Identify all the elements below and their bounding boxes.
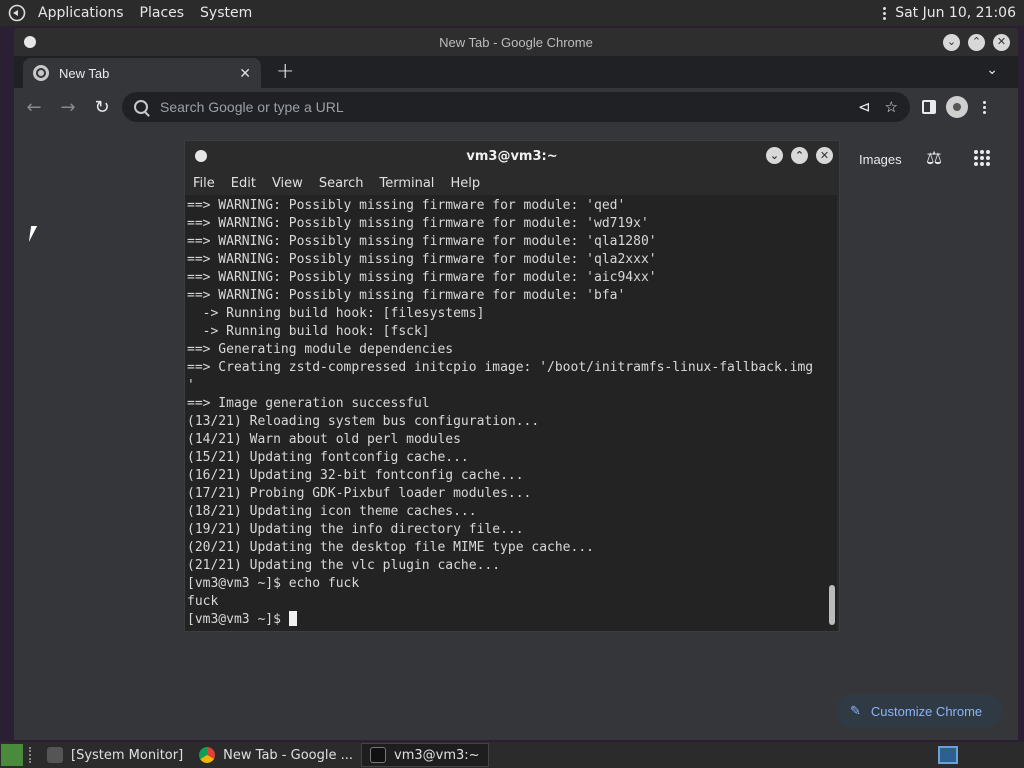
chrome-toolbar: ← → ↻ Search Google or type a URL ⊲ ☆ — [14, 88, 1018, 126]
text-cursor — [288, 611, 297, 626]
pencil-icon: ✎ — [850, 703, 861, 718]
terminal-line: (13/21) Reloading system bus configurati… — [187, 414, 540, 429]
side-panel-icon[interactable] — [922, 100, 936, 114]
terminal-line: fuck — [187, 594, 219, 609]
terminal-line: (19/21) Updating the info directory file… — [187, 522, 524, 537]
bottom-taskbar: [System Monitor] New Tab - Google ... vm… — [0, 742, 1024, 768]
terminal-line: ==> WARNING: Possibly missing firmware f… — [187, 270, 657, 285]
terminal-line: (14/21) Warn about old perl modules — [187, 432, 461, 447]
terminal-line: (16/21) Updating 32-bit fontconfig cache… — [187, 468, 524, 483]
clock[interactable]: Sat Jun 10, 21:06 — [895, 5, 1016, 21]
menu-view[interactable]: View — [272, 176, 303, 191]
task-label: vm3@vm3:~ — [394, 747, 480, 763]
menu-help[interactable]: Help — [450, 176, 480, 191]
menu-edit[interactable]: Edit — [231, 176, 256, 191]
system-monitor-icon — [47, 747, 63, 763]
terminal-line: ==> WARNING: Possibly missing firmware f… — [187, 198, 626, 213]
share-icon[interactable]: ⊲ — [858, 98, 871, 116]
customize-chrome-label: Customize Chrome — [870, 703, 983, 719]
applications-menu[interactable]: Applications — [30, 5, 132, 21]
terminal-line: (20/21) Updating the desktop file MIME t… — [187, 540, 594, 555]
menu-terminal[interactable]: Terminal — [379, 176, 434, 191]
omnibox[interactable]: Search Google or type a URL ⊲ ☆ — [122, 92, 910, 122]
chrome-menu-icon[interactable] — [978, 100, 990, 114]
terminal-line: -> Running build hook: [filesystems] — [187, 306, 485, 321]
workspace-switcher[interactable] — [938, 746, 958, 764]
profile-avatar[interactable] — [946, 96, 968, 118]
menu-search[interactable]: Search — [319, 176, 364, 191]
chrome-titlebar[interactable]: New Tab - Google Chrome ⌄ ⌃ ✕ — [14, 28, 1018, 56]
terminal-prompt-line[interactable]: [vm3@vm3 ~]$ — [187, 611, 827, 629]
terminal-titlebar[interactable]: vm3@vm3:~ ⌄ ⌃ ✕ — [185, 141, 839, 171]
back-button[interactable]: ← — [20, 93, 48, 121]
tab-close-icon[interactable]: ✕ — [239, 65, 251, 82]
terminal-line: ==> WARNING: Possibly missing firmware f… — [187, 216, 649, 231]
reload-button[interactable]: ↻ — [88, 93, 116, 121]
terminal-line: (18/21) Updating icon theme caches... — [187, 504, 477, 519]
bookmark-star-icon[interactable]: ☆ — [885, 98, 898, 116]
search-icon — [134, 100, 148, 114]
terminal-maximize-button[interactable]: ⌃ — [791, 147, 808, 164]
terminal-line: (21/21) Updating the vlc plugin cache... — [187, 558, 501, 573]
tab-strip: New Tab ✕ + ⌄ — [14, 56, 1018, 88]
chrome-icon — [199, 747, 216, 763]
terminal-line: ==> WARNING: Possibly missing firmware f… — [187, 252, 657, 267]
places-menu[interactable]: Places — [132, 5, 193, 21]
terminal-output[interactable]: ==> WARNING: Possibly missing firmware f… — [185, 195, 827, 631]
terminal-window: vm3@vm3:~ ⌄ ⌃ ✕ File Edit View Search Te… — [184, 140, 840, 632]
terminal-prompt: [vm3@vm3 ~]$ — [187, 612, 289, 627]
taskbar-handle[interactable] — [29, 747, 33, 763]
omnibox-placeholder: Search Google or type a URL — [160, 99, 344, 115]
close-button[interactable]: ✕ — [993, 34, 1010, 51]
chrome-favicon-icon — [33, 65, 49, 81]
task-chrome[interactable]: New Tab - Google ... — [191, 743, 361, 767]
new-tab-button[interactable]: + — [276, 59, 294, 84]
task-system-monitor[interactable]: [System Monitor] — [39, 743, 191, 767]
task-label: [System Monitor] — [71, 747, 184, 763]
terminal-window-title: vm3@vm3:~ — [466, 148, 558, 164]
terminal-menubar: File Edit View Search Terminal Help — [185, 171, 839, 195]
tab-new-tab[interactable]: New Tab ✕ — [23, 58, 261, 88]
google-apps-icon[interactable] — [974, 150, 990, 166]
labs-flask-icon[interactable]: ⚖ — [926, 148, 942, 169]
terminal-line: ==> WARNING: Possibly missing firmware f… — [187, 288, 626, 303]
tab-title: New Tab — [59, 65, 110, 81]
system-menu[interactable]: System — [192, 5, 260, 21]
show-desktop-icon[interactable] — [1, 744, 23, 766]
terminal-line: (17/21) Probing GDK-Pixbuf loader module… — [187, 486, 532, 501]
terminal-close-button[interactable]: ✕ — [816, 147, 833, 164]
minimize-button[interactable]: ⌄ — [943, 34, 960, 51]
terminal-line: ' — [187, 378, 195, 393]
tab-search-chevron-icon[interactable]: ⌄ — [986, 62, 998, 78]
terminal-window-menu-icon[interactable] — [195, 150, 207, 162]
window-menu-icon[interactable] — [24, 36, 36, 48]
task-label: New Tab - Google ... — [223, 747, 353, 763]
task-terminal[interactable]: vm3@vm3:~ — [361, 743, 489, 767]
chrome-window-title: New Tab - Google Chrome — [439, 34, 593, 50]
terminal-line: -> Running build hook: [fsck] — [187, 324, 430, 339]
customize-chrome-button[interactable]: ✎ Customize Chrome — [836, 694, 1002, 728]
terminal-scrollbar[interactable] — [827, 195, 837, 631]
menu-file[interactable]: File — [193, 176, 215, 191]
scrollbar-thumb[interactable] — [829, 585, 835, 625]
terminal-line: [vm3@vm3 ~]$ echo fuck — [187, 576, 360, 591]
terminal-line: ==> Creating zstd-compressed initcpio im… — [187, 360, 814, 375]
terminal-icon — [370, 747, 386, 763]
terminal-minimize-button[interactable]: ⌄ — [766, 147, 783, 164]
images-link[interactable]: Images — [859, 152, 902, 167]
forward-button[interactable]: → — [54, 93, 82, 121]
terminal-line: ==> WARNING: Possibly missing firmware f… — [187, 234, 657, 249]
terminal-line: ==> Image generation successful — [187, 396, 430, 411]
distro-logo-icon[interactable] — [4, 0, 30, 26]
top-panel: Applications Places System Sat Jun 10, 2… — [0, 0, 1024, 26]
terminal-line: ==> Generating module dependencies — [187, 342, 454, 357]
panel-more-icon[interactable] — [879, 6, 889, 20]
terminal-line: (15/21) Updating fontconfig cache... — [187, 450, 469, 465]
maximize-button[interactable]: ⌃ — [968, 34, 985, 51]
